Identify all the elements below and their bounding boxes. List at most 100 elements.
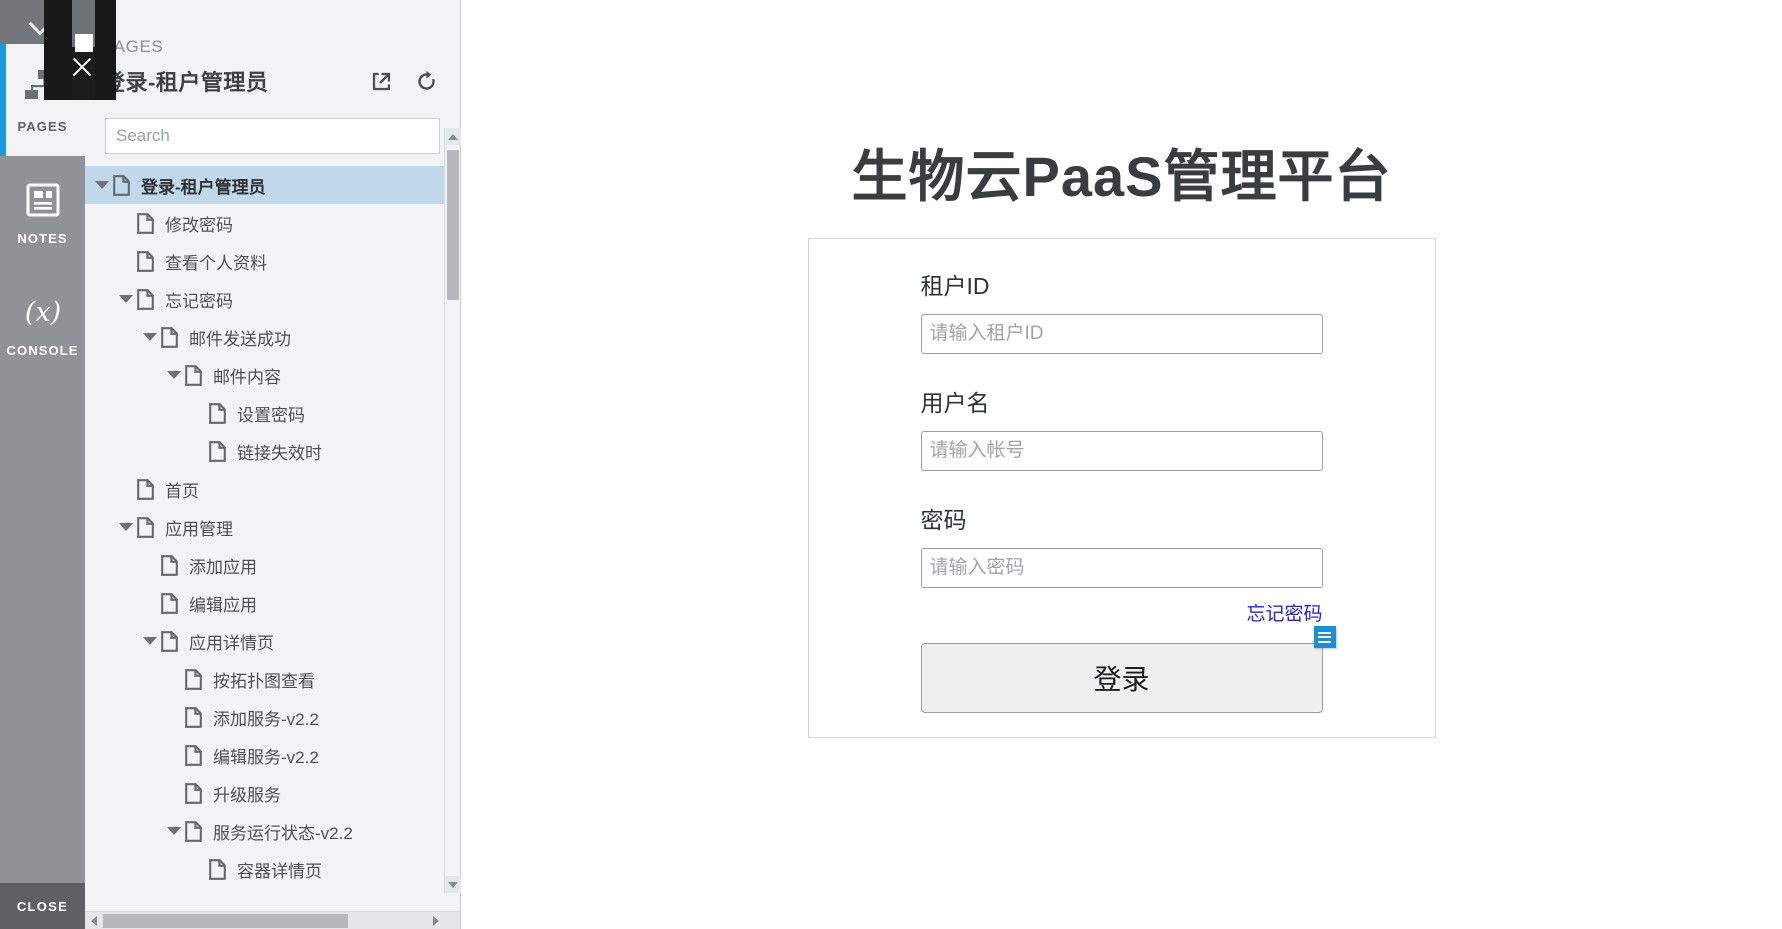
expand-toggle[interactable]: [115, 280, 137, 318]
tree-item-8[interactable]: 首页: [85, 470, 460, 508]
overlay-white-square: [75, 34, 93, 52]
open-in-new-window-icon[interactable]: [370, 70, 393, 93]
forgot-password-link[interactable]: 忘记密码: [1246, 604, 1322, 625]
notes-icon: [26, 183, 59, 217]
tree-item-12[interactable]: 应用详情页: [85, 622, 460, 660]
forgot-password-row: 忘记密码: [921, 599, 1322, 626]
expand-toggle[interactable]: [91, 166, 113, 204]
tree-item-label: 应用详情页: [189, 633, 274, 653]
page-icon: [209, 858, 226, 880]
tree-item-label: 按拓扑图查看: [213, 671, 315, 691]
search-input[interactable]: [105, 118, 440, 154]
tree-vertical-scrollbar[interactable]: [444, 128, 461, 893]
page-title: 登录-租户管理员: [103, 70, 269, 95]
expand-toggle[interactable]: [163, 356, 185, 394]
expand-toggle[interactable]: [163, 812, 185, 850]
expand-toggle[interactable]: [139, 622, 161, 660]
rail-spacer: [0, 380, 85, 883]
field-gap: [921, 354, 1323, 384]
chevron-down-icon: [119, 523, 133, 531]
chevron-down-icon: [167, 371, 181, 379]
login-form: 租户ID 用户名 密码 忘记密码 登录: [809, 239, 1435, 713]
expand-toggle[interactable]: [139, 318, 161, 356]
tree-item-label: 应用管理: [165, 519, 233, 539]
left-icon-rail: PAGES NOTES (x) CONSOLE CLOSE: [0, 0, 85, 929]
scroll-up-button[interactable]: [445, 128, 461, 145]
page-icon: [137, 250, 154, 272]
tree-item-1[interactable]: 修改密码: [85, 204, 460, 242]
triangle-right-icon: [432, 916, 439, 926]
scroll-down-button[interactable]: [445, 876, 461, 893]
chevron-down-icon: [143, 333, 157, 341]
tree-item-4[interactable]: 邮件发送成功: [85, 318, 460, 356]
tree-item-6[interactable]: 设置密码: [85, 394, 460, 432]
refresh-icon[interactable]: [415, 70, 438, 93]
sidebar-item-label: PAGES: [17, 119, 68, 134]
field-gap: [921, 471, 1323, 501]
tree-item-16[interactable]: 升级服务: [85, 774, 460, 812]
page-icon: [185, 668, 202, 690]
tree-item-13[interactable]: 按拓扑图查看: [85, 660, 460, 698]
panel-header: PAGES 登录-租户管理员: [85, 0, 460, 112]
page-icon: [185, 364, 202, 386]
login-card: 租户ID 用户名 密码 忘记密码 登录: [807, 238, 1436, 738]
tree-item-5[interactable]: 邮件内容: [85, 356, 460, 394]
chevron-down-icon: [95, 181, 109, 189]
tree-item-label: 忘记密码: [165, 291, 233, 311]
badge-line: [1318, 636, 1331, 638]
tree-item-label: 首页: [165, 481, 199, 501]
vertical-scroll-thumb[interactable]: [447, 150, 459, 300]
horizontal-scroll-thumb[interactable]: [103, 914, 348, 928]
page-icon: [113, 174, 130, 196]
pages-panel: PAGES 登录-租户管理员 登录-租户管理员修改密码查看个人资料忘记密码邮件发…: [85, 0, 461, 929]
tree-item-14[interactable]: 添加服务-v2.2: [85, 698, 460, 736]
password-input[interactable]: [920, 548, 1323, 588]
tree-item-label: 邮件发送成功: [189, 329, 291, 349]
tree-item-7[interactable]: 链接失效时: [85, 432, 460, 470]
close-panel-button[interactable]: CLOSE: [0, 883, 85, 929]
page-icon: [209, 402, 226, 424]
tree-item-17[interactable]: 服务运行状态-v2.2: [85, 812, 460, 850]
tree-item-label: 设置密码: [237, 405, 305, 425]
tree-item-18[interactable]: 容器详情页: [85, 850, 460, 888]
page-icon: [185, 782, 202, 804]
tenant-id-input[interactable]: [920, 314, 1323, 354]
triangle-up-icon: [448, 133, 458, 140]
interaction-note-icon[interactable]: [1313, 626, 1336, 648]
tree-item-2[interactable]: 查看个人资料: [85, 242, 460, 280]
sidebar-item-console[interactable]: (x) CONSOLE: [0, 268, 85, 380]
scroll-left-button[interactable]: [85, 912, 102, 929]
tree-item-15[interactable]: 编辑服务-v2.2: [85, 736, 460, 774]
username-label: 用户名: [920, 390, 990, 416]
badge-line: [1318, 631, 1331, 634]
page-icon: [137, 516, 154, 538]
scroll-right-button[interactable]: [427, 912, 444, 929]
tree-item-11[interactable]: 编辑应用: [85, 584, 460, 622]
tree-item-label: 添加服务-v2.2: [213, 709, 319, 729]
tree-item-0[interactable]: 登录-租户管理员: [85, 166, 460, 204]
username-input[interactable]: [920, 431, 1323, 471]
chevron-down-icon: [143, 637, 157, 645]
tree-item-label: 邮件内容: [213, 367, 281, 387]
sidebar-item-notes[interactable]: NOTES: [0, 156, 85, 268]
close-icon[interactable]: [70, 55, 94, 79]
tenant-id-label: 租户ID: [920, 273, 990, 299]
chevron-down-icon: [167, 827, 181, 835]
expand-toggle[interactable]: [115, 508, 137, 546]
tree-item-label: 添加应用: [189, 557, 257, 577]
page-icon: [161, 630, 178, 652]
login-button[interactable]: 登录: [920, 643, 1323, 713]
tree-horizontal-scrollbar[interactable]: [85, 911, 460, 929]
chevron-down-icon: [119, 295, 133, 303]
tree-item-9[interactable]: 应用管理: [85, 508, 460, 546]
page-icon: [209, 440, 226, 462]
tree-item-3[interactable]: 忘记密码: [85, 280, 460, 318]
page-icon: [161, 592, 178, 614]
tree-item-10[interactable]: 添加应用: [85, 546, 460, 584]
variable-icon: (x): [24, 297, 60, 328]
